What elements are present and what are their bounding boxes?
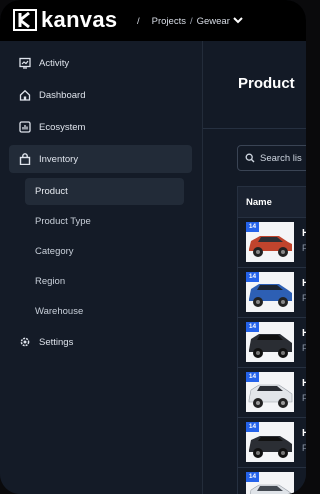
chevron-down-icon[interactable]	[233, 16, 243, 27]
breadcrumb-separator: /	[189, 15, 193, 27]
sidebar-subitem-label: Category	[35, 246, 74, 257]
breadcrumb-projects[interactable]: Projects	[152, 16, 186, 27]
search-placeholder: Search lis	[260, 152, 302, 164]
product-subtext: F	[302, 293, 306, 303]
count-badge: 14	[246, 472, 259, 482]
sidebar: Activity Dashboard Ecosystem Inventory P…	[0, 41, 203, 494]
table-row[interactable]: 14 H F	[238, 318, 306, 368]
sidebar-subitem-label: Product	[35, 186, 68, 197]
product-thumbnail: 14	[246, 472, 294, 494]
chart-icon	[19, 121, 31, 133]
sidebar-item-label: Ecosystem	[39, 121, 86, 133]
table-row[interactable]: 14 H F	[238, 268, 306, 318]
sidebar-item-activity[interactable]: Activity	[9, 49, 192, 77]
brand-logo[interactable]: kanvas	[13, 8, 117, 32]
product-thumbnail: 14	[246, 422, 294, 462]
sidebar-item-label: Dashboard	[39, 89, 86, 101]
table-row[interactable]: 14 H F	[238, 368, 306, 418]
bag-icon	[19, 153, 31, 165]
count-badge: 14	[246, 272, 259, 282]
sidebar-item-label: Activity	[39, 57, 70, 69]
breadcrumb-current[interactable]: Gewear	[197, 16, 230, 27]
sidebar-item-dashboard[interactable]: Dashboard	[9, 81, 192, 109]
sidebar-subitem-region[interactable]: Region	[25, 268, 184, 295]
count-badge: 14	[246, 422, 259, 432]
column-header-name[interactable]: Name	[246, 197, 272, 208]
page-title: Product	[238, 75, 295, 92]
sidebar-item-label: Inventory	[39, 153, 79, 165]
product-thumbnail: 14	[246, 222, 294, 262]
table-row[interactable]: 14 H F	[238, 418, 306, 468]
sidebar-subitem-product[interactable]: Product	[25, 178, 184, 205]
product-name[interactable]: H	[302, 228, 306, 239]
sidebar-item-ecosystem[interactable]: Ecosystem	[9, 113, 192, 141]
home-icon	[19, 89, 31, 101]
sidebar-item-inventory[interactable]: Inventory	[9, 145, 192, 173]
product-table: Name 14 H F	[237, 186, 306, 494]
table-header: Name	[238, 187, 306, 218]
product-thumbnail: 14	[246, 372, 294, 412]
product-name[interactable]: H	[302, 328, 306, 339]
sidebar-subitem-warehouse[interactable]: Warehouse	[25, 298, 184, 325]
product-subtext: F	[302, 343, 306, 353]
activity-icon	[19, 57, 31, 69]
sidebar-subitem-product-type[interactable]: Product Type	[25, 208, 184, 235]
sidebar-item-settings[interactable]: Settings	[9, 328, 192, 356]
product-thumbnail: 14	[246, 272, 294, 312]
count-badge: 14	[246, 222, 259, 232]
top-bar: kanvas / Projects / Gewear	[0, 0, 306, 41]
product-name[interactable]: H	[302, 378, 306, 389]
kanvas-logo-icon	[13, 9, 37, 31]
sidebar-subitem-label: Product Type	[35, 216, 91, 227]
gear-icon	[19, 336, 31, 348]
breadcrumb: / Projects / Gewear	[137, 13, 243, 29]
product-name[interactable]: H	[302, 278, 306, 289]
main-content: Product Search lis Name 14 14 14 14 14 1…	[203, 41, 306, 494]
product-subtext: F	[302, 393, 306, 403]
brand-name: kanvas	[41, 7, 118, 32]
app-window: kanvas / Projects / Gewear Activity Dash…	[0, 0, 306, 494]
product-subtext: F	[302, 243, 306, 253]
search-icon	[245, 153, 255, 163]
count-badge: 14	[246, 372, 259, 382]
count-badge: 14	[246, 322, 259, 332]
table-row[interactable]: 14 H F	[238, 218, 306, 268]
breadcrumb-separator: /	[137, 15, 140, 27]
search-input[interactable]: Search lis	[237, 145, 306, 171]
sidebar-subitem-label: Region	[35, 276, 66, 287]
table-row[interactable]: 14	[238, 468, 306, 494]
sidebar-subitem-category[interactable]: Category	[25, 238, 184, 265]
product-subtext: F	[302, 443, 306, 453]
sidebar-item-label: Settings	[39, 336, 74, 348]
product-name[interactable]: H	[302, 428, 306, 439]
sidebar-subitem-label: Warehouse	[35, 306, 84, 317]
product-thumbnail: 14	[246, 322, 294, 362]
divider	[203, 128, 306, 129]
